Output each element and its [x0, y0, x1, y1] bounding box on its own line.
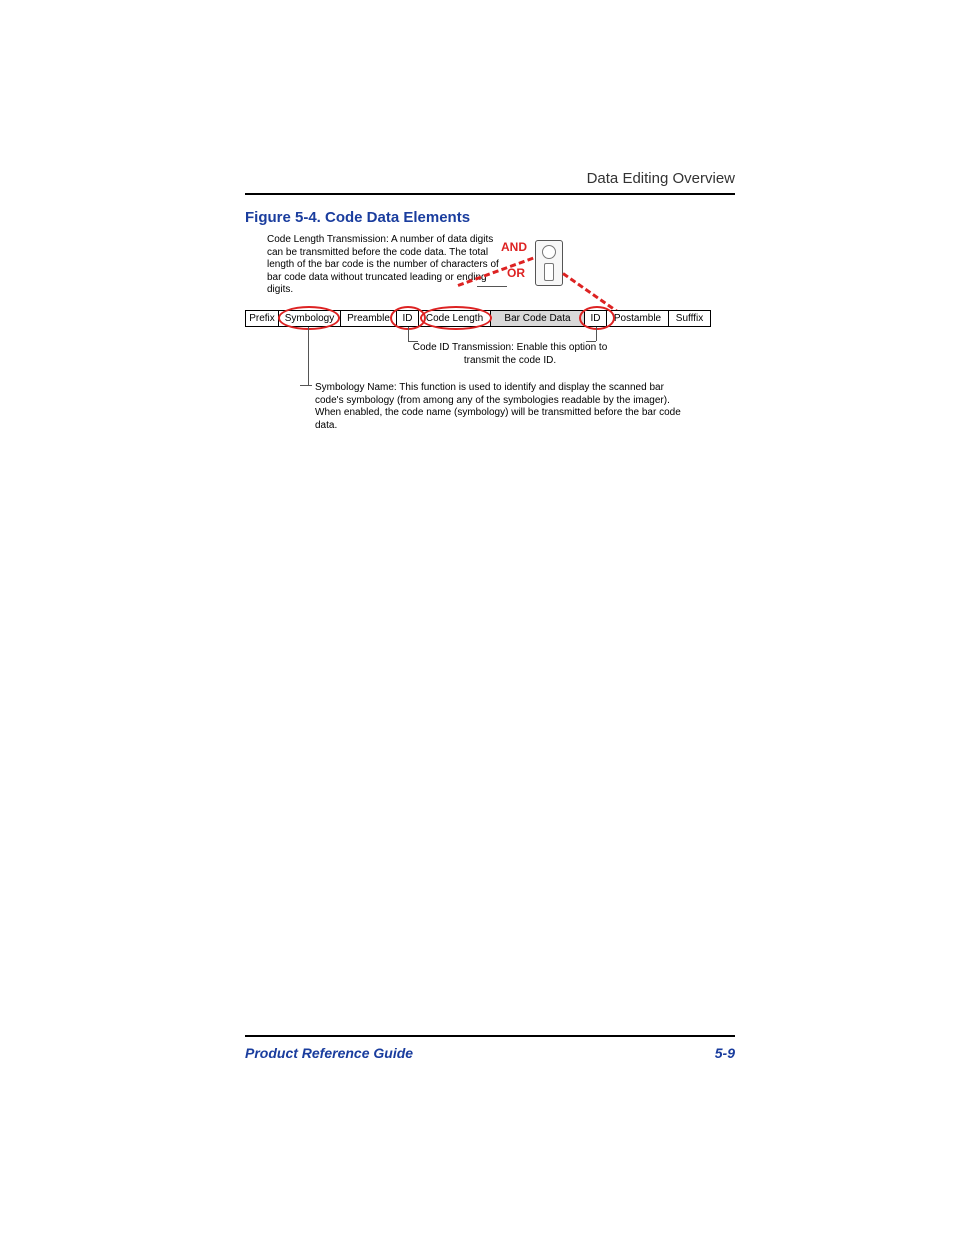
label-and: AND: [501, 240, 527, 254]
callout-symbology: Symbology Name: This function is used to…: [315, 382, 695, 432]
seg-code-length: Code Length: [419, 310, 491, 327]
leader-line: [300, 385, 312, 386]
seg-postamble: Postamble: [607, 310, 669, 327]
figure-title: Figure 5-4. Code Data Elements: [245, 209, 735, 226]
seg-suffix: Sufffix: [669, 310, 711, 327]
leader-line: [596, 327, 597, 341]
running-head: Data Editing Overview: [245, 170, 735, 195]
callout-code-id: Code ID Transmission: Enable this option…: [410, 342, 610, 367]
scan-beam-icon: [562, 272, 621, 315]
page-content: Data Editing Overview Figure 5-4. Code D…: [245, 170, 735, 444]
footer-left: Product Reference Guide: [245, 1045, 413, 1061]
seg-id-left: ID: [397, 310, 419, 327]
seg-preamble: Preamble: [341, 310, 397, 327]
code-data-elements-diagram: Code Length Transmission: A number of da…: [245, 234, 735, 444]
seg-bar-code-data: Bar Code Data: [491, 310, 585, 327]
scanner-lens-icon: [542, 245, 556, 259]
footer-page-number: 5-9: [715, 1045, 735, 1061]
scanner-icon: [535, 240, 563, 286]
segment-row: Prefix Symbology Preamble ID Code Length…: [245, 310, 735, 327]
page-footer: Product Reference Guide 5-9: [245, 1035, 735, 1061]
callout-code-length: Code Length Transmission: A number of da…: [267, 234, 502, 297]
leader-line: [308, 327, 309, 385]
seg-prefix: Prefix: [245, 310, 279, 327]
seg-symbology: Symbology: [279, 310, 341, 327]
leader-line: [477, 286, 507, 287]
scanner-body-icon: [544, 263, 554, 281]
seg-id-right: ID: [585, 310, 607, 327]
footer-rule: [245, 1035, 735, 1037]
leader-line: [408, 327, 409, 341]
